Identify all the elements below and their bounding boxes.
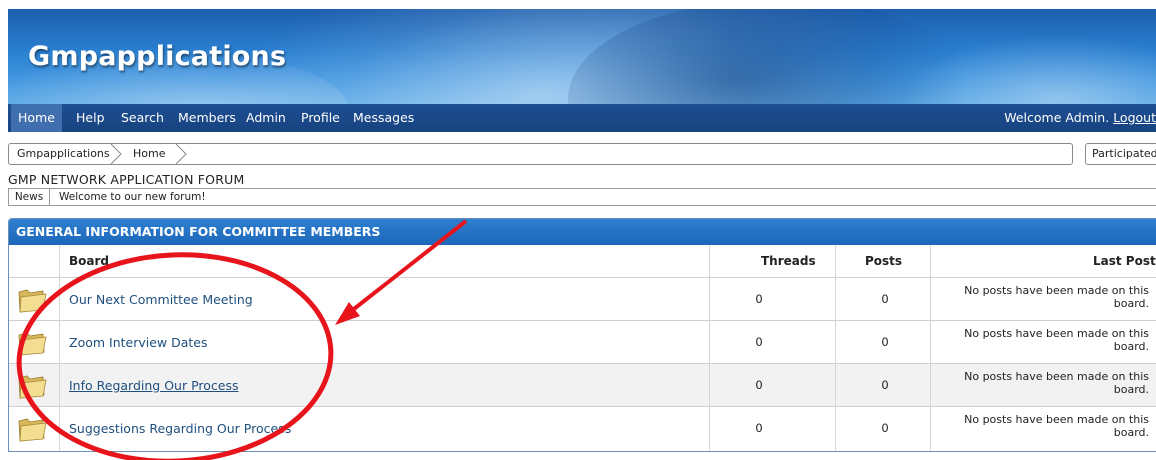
board-link[interactable]: Info Regarding Our Process xyxy=(69,364,239,407)
posts-count: 0 xyxy=(881,292,889,306)
nav-help[interactable]: Help xyxy=(69,104,112,132)
last-post-text: No posts have been made on this board. xyxy=(964,327,1149,353)
column-header-posts: Posts xyxy=(865,254,903,268)
board-row: Our Next Committee Meeting 0 0 No posts … xyxy=(9,278,1156,321)
breadcrumb-item-gmpapplications[interactable]: Gmpapplications xyxy=(17,144,110,164)
column-divider xyxy=(709,245,710,451)
last-post-text: No posts have been made on this board. xyxy=(964,413,1149,439)
board-row: Zoom Interview Dates 0 0 No posts have b… xyxy=(9,321,1156,364)
welcome-area: Welcome Admin. Logout xyxy=(1004,104,1156,132)
welcome-text: Welcome Admin. xyxy=(1004,110,1110,125)
threads-count: 0 xyxy=(755,378,763,392)
nav-admin[interactable]: Admin xyxy=(239,104,293,132)
news-bar: News Welcome to our new forum! xyxy=(8,188,1156,206)
column-header-threads: Threads xyxy=(761,254,816,268)
board-link[interactable]: Suggestions Regarding Our Process xyxy=(69,407,291,450)
column-divider xyxy=(835,245,836,451)
board-link[interactable]: Our Next Committee Meeting xyxy=(69,278,253,321)
posts-count: 0 xyxy=(881,378,889,392)
row-divider xyxy=(9,363,1156,364)
board-link[interactable]: Zoom Interview Dates xyxy=(69,321,208,364)
forum-title: GMP NETWORK APPLICATION FORUM xyxy=(8,172,245,187)
last-post-text: No posts have been made on this board. xyxy=(964,370,1149,396)
nav-home[interactable]: Home xyxy=(11,104,62,132)
posts-count: 0 xyxy=(881,335,889,349)
nav-messages[interactable]: Messages xyxy=(346,104,421,132)
posts-count: 0 xyxy=(881,421,889,435)
logout-link[interactable]: Logout xyxy=(1113,110,1156,125)
threads-count: 0 xyxy=(755,292,763,306)
folder-icon xyxy=(18,418,47,442)
chevron-right-icon xyxy=(175,144,187,164)
board-row: Info Regarding Our Process 0 0 No posts … xyxy=(9,364,1156,407)
row-divider xyxy=(9,277,1156,278)
breadcrumb: Gmpapplications Home xyxy=(8,143,1073,165)
news-text: Welcome to our new forum! xyxy=(59,191,206,203)
category-box: GENERAL INFORMATION FOR COMMITTEE MEMBER… xyxy=(8,218,1156,452)
column-divider xyxy=(59,245,60,451)
main-nav: Home Help Search Members Admin Profile M… xyxy=(8,104,1156,132)
nav-members[interactable]: Members xyxy=(171,104,243,132)
row-divider xyxy=(9,320,1156,321)
category-header: GENERAL INFORMATION FOR COMMITTEE MEMBER… xyxy=(9,219,1156,245)
chevron-right-icon xyxy=(110,144,122,164)
column-divider xyxy=(930,245,931,451)
column-header-last-post: Last Post xyxy=(1093,254,1156,268)
nav-search[interactable]: Search xyxy=(114,104,171,132)
site-title[interactable]: Gmpapplications xyxy=(28,41,286,72)
folder-icon xyxy=(18,332,47,356)
header-banner: Gmpapplications xyxy=(8,9,1156,104)
threads-count: 0 xyxy=(755,421,763,435)
row-divider xyxy=(9,406,1156,407)
threads-count: 0 xyxy=(755,335,763,349)
news-label: News xyxy=(9,189,50,205)
last-post-text: No posts have been made on this board. xyxy=(964,284,1149,310)
breadcrumb-item-home[interactable]: Home xyxy=(133,144,165,164)
folder-icon xyxy=(18,375,47,399)
board-row: Suggestions Regarding Our Process 0 0 No… xyxy=(9,407,1156,450)
folder-icon xyxy=(18,289,47,313)
nav-profile[interactable]: Profile xyxy=(294,104,347,132)
column-header-board: Board xyxy=(69,254,109,268)
participated-button[interactable]: Participated xyxy=(1085,143,1156,165)
category-title[interactable]: GENERAL INFORMATION FOR COMMITTEE MEMBER… xyxy=(16,219,380,245)
